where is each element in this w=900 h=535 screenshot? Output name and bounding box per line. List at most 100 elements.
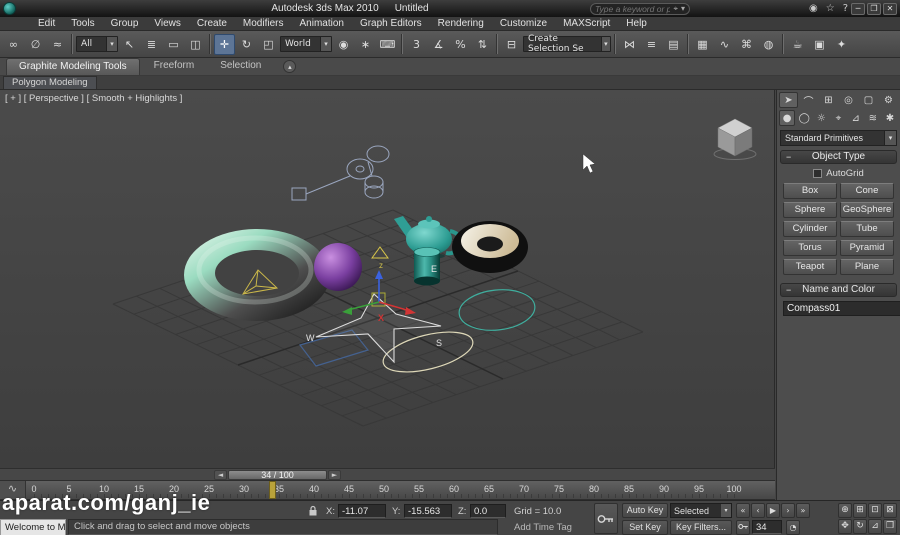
graphite-modeling-toggle-icon[interactable]: ▦ <box>692 34 713 55</box>
select-and-manipulate-icon[interactable]: ∗ <box>355 34 376 55</box>
modify-tab-icon[interactable]: ⌒ <box>799 92 818 108</box>
shapes-category-icon[interactable]: ◯ <box>796 110 812 126</box>
donut-torus-object[interactable] <box>452 221 528 273</box>
cone-button[interactable]: Cone <box>840 183 894 199</box>
menu-animation[interactable]: Animation <box>291 17 351 31</box>
viewcube[interactable] <box>713 118 757 160</box>
object-name-field[interactable] <box>783 301 900 316</box>
snap-toggle-icon[interactable]: 3 <box>406 34 427 55</box>
help-icon[interactable]: ? <box>843 3 848 14</box>
current-frame-marker[interactable] <box>269 481 276 499</box>
orbit-view-icon[interactable]: ↻ <box>853 519 867 534</box>
search-input[interactable] <box>595 3 671 14</box>
perspective-viewport[interactable]: [ + ] [ Perspective ] [ Smooth + Highlig… <box>0 90 775 468</box>
z-coordinate-field[interactable] <box>470 504 506 518</box>
box-button[interactable]: Box <box>783 183 837 199</box>
window-crossing-toggle-icon[interactable]: ◫ <box>185 34 206 55</box>
layer-manager-icon[interactable]: ▤ <box>663 34 684 55</box>
lights-category-icon[interactable]: ☼ <box>813 110 829 126</box>
plane-button[interactable]: Plane <box>840 259 894 275</box>
menu-customize[interactable]: Customize <box>492 17 555 31</box>
cylinder-button[interactable]: Cylinder <box>783 221 837 237</box>
percent-snap-icon[interactable]: % <box>450 34 471 55</box>
wireframe-helper-objects[interactable] <box>291 145 390 201</box>
utilities-tab-icon[interactable]: ⚙ <box>879 92 898 108</box>
menu-group[interactable]: Group <box>103 17 147 31</box>
key-mode-toggle[interactable] <box>736 520 750 535</box>
angle-snap-icon[interactable]: ∡ <box>428 34 449 55</box>
ribbon-collapse-button[interactable]: ▴ <box>283 60 297 73</box>
search-dropdown-icon[interactable]: ▾ <box>681 4 685 13</box>
select-and-rotate-icon[interactable]: ↻ <box>236 34 257 55</box>
schematic-view-icon[interactable]: ⌘ <box>736 34 757 55</box>
autogrid-checkbox[interactable] <box>813 169 823 178</box>
create-tab-icon[interactable]: ➤ <box>779 92 798 108</box>
select-and-scale-icon[interactable]: ◰ <box>258 34 279 55</box>
menu-rendering[interactable]: Rendering <box>430 17 492 31</box>
spacewarps-category-icon[interactable]: ≋ <box>865 110 881 126</box>
favorites-icon[interactable]: ☆ <box>826 3 835 14</box>
zoom-extents-icon[interactable]: ⊡ <box>868 503 882 518</box>
zoom-all-icon[interactable]: ⊞ <box>853 503 867 518</box>
go-to-end-button[interactable]: » <box>796 503 810 518</box>
cameras-category-icon[interactable]: ⌖ <box>830 110 846 126</box>
systems-category-icon[interactable]: ✱ <box>882 110 898 126</box>
menu-edit[interactable]: Edit <box>30 17 63 31</box>
select-by-name-icon[interactable]: ≣ <box>141 34 162 55</box>
sphere-object[interactable] <box>314 243 362 291</box>
teapot-button[interactable]: Teapot <box>783 259 837 275</box>
y-coordinate-field[interactable] <box>404 504 452 518</box>
time-configuration-button[interactable]: ◔ <box>786 520 800 535</box>
primitives-dropdown[interactable]: Standard Primitives ▾ <box>780 130 897 146</box>
menu-modifiers[interactable]: Modifiers <box>235 17 292 31</box>
mirror-icon[interactable]: ⋈ <box>619 34 640 55</box>
communication-center-icon[interactable]: ◉ <box>809 3 818 14</box>
pan-view-icon[interactable]: ✥ <box>838 519 852 534</box>
selection-lock-icon[interactable] <box>308 505 318 517</box>
play-button[interactable]: ▶ <box>766 503 780 518</box>
x-coordinate-field[interactable] <box>338 504 386 518</box>
named-selection-sets-dropdown[interactable]: Create Selection Se ▾ <box>523 34 611 54</box>
next-frame-arrow[interactable]: ► <box>328 470 341 480</box>
tube-button[interactable]: Tube <box>840 221 894 237</box>
minimize-button[interactable]: ─ <box>851 2 865 15</box>
selected-set-dropdown[interactable]: Selected ▾ <box>670 503 732 518</box>
bind-to-space-warp-icon[interactable]: ≈ <box>47 34 68 55</box>
add-time-tag[interactable]: Add Time Tag <box>514 522 572 533</box>
menu-create[interactable]: Create <box>189 17 235 31</box>
tab-freeform[interactable]: Freeform <box>142 58 207 75</box>
motion-tab-icon[interactable]: ◎ <box>839 92 858 108</box>
reference-coordinate-dropdown[interactable]: World ▾ <box>280 36 332 52</box>
set-key-button[interactable]: Set Key <box>622 520 668 535</box>
viewport-label[interactable]: [ + ] [ Perspective ] [ Smooth + Highlig… <box>5 93 182 104</box>
curve-editor-icon[interactable]: ∿ <box>714 34 735 55</box>
maximize-viewport-icon[interactable]: ❒ <box>883 519 897 534</box>
time-slider-handle[interactable]: 34 / 100 <box>228 470 327 480</box>
tab-selection[interactable]: Selection <box>208 58 273 75</box>
tab-polygon-modeling[interactable]: Polygon Modeling <box>3 76 97 89</box>
select-and-move-icon[interactable]: ✛ <box>214 33 235 55</box>
keyboard-override-icon[interactable]: ⌨ <box>377 34 398 55</box>
menu-tools[interactable]: Tools <box>63 17 102 31</box>
name-color-rollout-header[interactable]: − Name and Color <box>780 283 897 297</box>
current-frame-field[interactable] <box>752 520 782 534</box>
display-tab-icon[interactable]: ▢ <box>859 92 878 108</box>
select-and-link-icon[interactable]: ∞ <box>3 34 24 55</box>
use-pivot-point-center-icon[interactable]: ◉ <box>333 34 354 55</box>
previous-frame-arrow[interactable]: ◄ <box>214 470 227 480</box>
key-filters-button[interactable]: Key Filters... <box>670 520 732 535</box>
edit-named-selection-sets-icon[interactable]: ⊟ <box>501 34 522 55</box>
material-editor-icon[interactable]: ◍ <box>758 34 779 55</box>
menu-maxscript[interactable]: MAXScript <box>555 17 618 31</box>
previous-frame-button[interactable]: ‹ <box>751 503 765 518</box>
selection-filter-dropdown[interactable]: All ▾ <box>76 36 118 52</box>
next-frame-button[interactable]: › <box>781 503 795 518</box>
sphere-button[interactable]: Sphere <box>783 202 837 218</box>
dolly-view-icon[interactable]: ⊿ <box>868 519 882 534</box>
pyramid-button[interactable]: Pyramid <box>840 240 894 256</box>
menu-help[interactable]: Help <box>618 17 655 31</box>
render-production-icon[interactable]: ✦ <box>831 34 852 55</box>
set-keys-button[interactable] <box>594 503 618 534</box>
auto-key-button[interactable]: Auto Key <box>622 503 668 518</box>
search-scope-icon[interactable]: ⌖ <box>673 4 678 14</box>
